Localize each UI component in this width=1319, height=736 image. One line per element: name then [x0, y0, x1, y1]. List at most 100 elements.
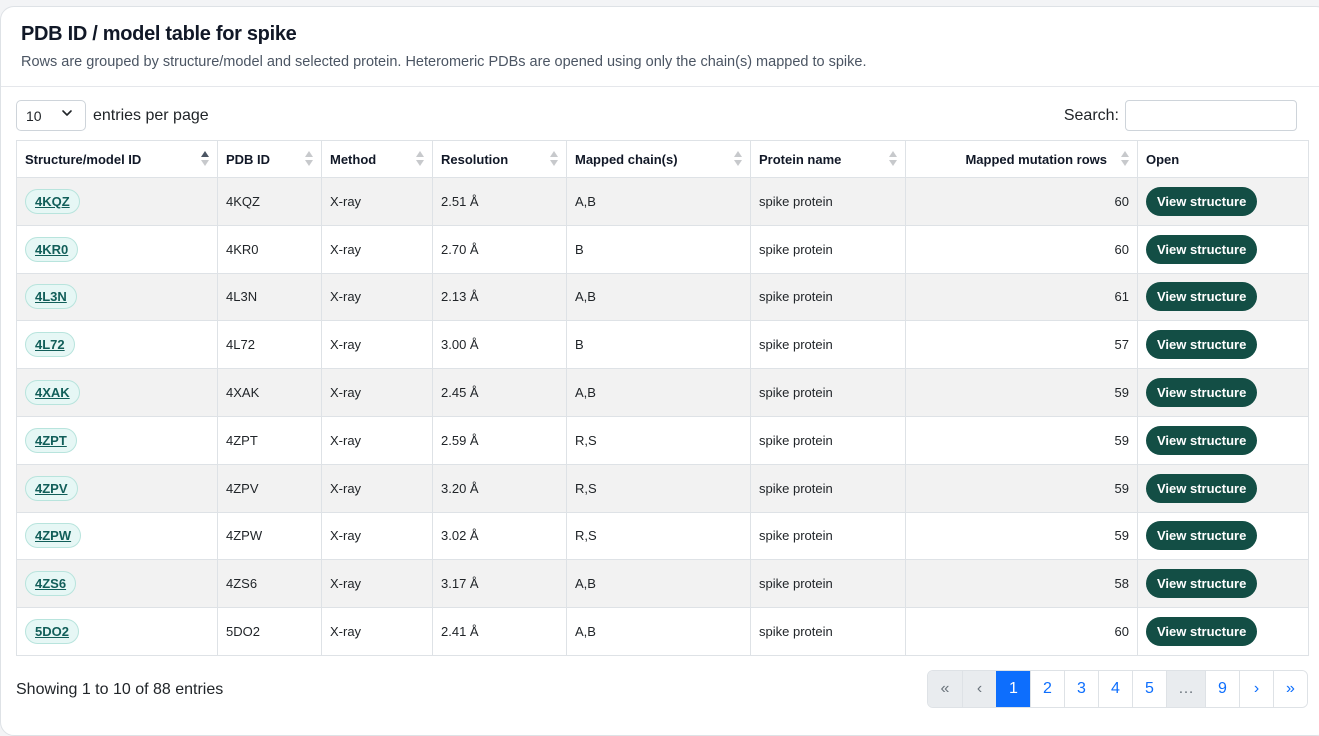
- view-structure-button[interactable]: View structure: [1146, 282, 1258, 312]
- cell-open: View structure: [1137, 224, 1309, 274]
- page-button[interactable]: 3: [1064, 671, 1098, 707]
- view-structure-button[interactable]: View structure: [1146, 473, 1258, 503]
- structure-id-link[interactable]: 4ZPW: [25, 523, 82, 549]
- cell-method: X-ray: [321, 415, 433, 465]
- table-info: Showing 1 to 10 of 88 entries: [16, 681, 224, 698]
- cell-resolution: 3.17 Å: [432, 559, 567, 609]
- cell-open: View structure: [1137, 607, 1309, 656]
- page-button: …: [1166, 671, 1205, 707]
- structure-id-link[interactable]: 4KR0: [25, 236, 79, 262]
- page-button[interactable]: 1: [996, 671, 1030, 707]
- page-button: ‹: [962, 671, 996, 707]
- column-header-mapped-chains[interactable]: Mapped chain(s): [566, 140, 751, 178]
- cell-mutation-rows: 59: [905, 463, 1138, 513]
- cell-mutation-rows: 61: [905, 272, 1138, 322]
- page-button[interactable]: 2: [1030, 671, 1064, 707]
- table-row: 4L3N 4L3N X-ray 2.13 Å A,B spike protein 61 Vie…: [16, 272, 1309, 322]
- cell-pdb-id: 4ZPT: [217, 415, 322, 465]
- entries-per-page-select[interactable]: 10: [16, 100, 86, 131]
- cell-protein-name: spike protein: [750, 224, 906, 274]
- table-body: 4KQZ 4KQZ X-ray 2.51 Å A,B spike protein 60 Vie…: [16, 177, 1309, 656]
- structure-id-link[interactable]: 5DO2: [25, 619, 79, 645]
- cell-pdb-id: 4ZPW: [217, 511, 322, 561]
- cell-mapped-chains: A,B: [566, 368, 751, 417]
- page-button[interactable]: 9: [1205, 671, 1239, 707]
- cell-protein-name: spike protein: [750, 415, 906, 465]
- cell-pdb-id: 4KR0: [217, 224, 322, 274]
- search-label: Search:: [1063, 107, 1119, 124]
- cell-protein-name: spike protein: [750, 463, 906, 513]
- card-header: PDB ID / model table for spike Rows are …: [1, 7, 1319, 87]
- cell-resolution: 2.70 Å: [432, 224, 567, 274]
- cell-method: X-ray: [321, 320, 433, 370]
- cell-mapped-chains: B: [566, 224, 751, 274]
- cell-pdb-id: 5DO2: [217, 607, 322, 656]
- page-button[interactable]: 4: [1098, 671, 1132, 707]
- cell-structure-id: 4L72: [16, 320, 218, 370]
- column-header-structure-id[interactable]: Structure/model ID: [16, 140, 218, 178]
- structure-id-link[interactable]: 4ZPT: [25, 427, 77, 453]
- cell-open: View structure: [1137, 559, 1309, 609]
- page-button[interactable]: 5: [1132, 671, 1166, 707]
- view-structure-button[interactable]: View structure: [1146, 330, 1258, 360]
- cell-structure-id: 4ZPV: [16, 463, 218, 513]
- structure-id-link[interactable]: 4ZPV: [25, 475, 78, 501]
- table-row: 4ZS6 4ZS6 X-ray 3.17 Å A,B spike protein 58 Vie…: [16, 559, 1309, 609]
- cell-structure-id: 4ZPW: [16, 511, 218, 561]
- column-header-resolution[interactable]: Resolution: [432, 140, 567, 178]
- page-button[interactable]: ›: [1239, 671, 1273, 707]
- sort-icon: [550, 151, 558, 167]
- cell-resolution: 3.00 Å: [432, 320, 567, 370]
- cell-protein-name: spike protein: [750, 559, 906, 609]
- cell-resolution: 3.02 Å: [432, 511, 567, 561]
- sort-icon: [1121, 151, 1129, 167]
- cell-open: View structure: [1137, 320, 1309, 370]
- cell-structure-id: 4ZS6: [16, 559, 218, 609]
- page-subtitle: Rows are grouped by structure/model and …: [21, 54, 867, 70]
- structure-id-link[interactable]: 4ZS6: [25, 571, 77, 597]
- cell-method: X-ray: [321, 511, 433, 561]
- table-row: 4ZPT 4ZPT X-ray 2.59 Å R,S spike protein 59 Vie…: [16, 415, 1309, 465]
- cell-protein-name: spike protein: [750, 511, 906, 561]
- structure-id-link[interactable]: 4KQZ: [25, 188, 80, 214]
- column-header-pdb-id[interactable]: PDB ID: [217, 140, 322, 178]
- cell-open: View structure: [1137, 511, 1309, 561]
- page-button[interactable]: »: [1273, 671, 1307, 707]
- view-structure-button[interactable]: View structure: [1146, 617, 1258, 647]
- cell-protein-name: spike protein: [750, 272, 906, 322]
- cell-mutation-rows: 57: [905, 320, 1138, 370]
- cell-protein-name: spike protein: [750, 177, 906, 226]
- column-header-protein-name[interactable]: Protein name: [750, 140, 906, 178]
- view-structure-button[interactable]: View structure: [1146, 234, 1258, 264]
- cell-pdb-id: 4L72: [217, 320, 322, 370]
- cell-pdb-id: 4L3N: [217, 272, 322, 322]
- view-structure-button[interactable]: View structure: [1146, 569, 1258, 599]
- view-structure-button[interactable]: View structure: [1146, 378, 1258, 408]
- cell-mapped-chains: A,B: [566, 272, 751, 322]
- structure-table: Structure/model ID PDB ID Method Resolut…: [16, 140, 1309, 656]
- cell-mapped-chains: A,B: [566, 559, 751, 609]
- cell-resolution: 2.51 Å: [432, 177, 567, 226]
- entries-per-page-label: entries per page: [93, 107, 209, 124]
- pagination: «‹ 1 2 3 4 5… 9 ›»: [927, 670, 1308, 708]
- sort-icon: [734, 151, 742, 167]
- structure-id-link[interactable]: 4L3N: [25, 284, 77, 310]
- page-title: PDB ID / model table for spike: [21, 23, 297, 45]
- cell-pdb-id: 4XAK: [217, 368, 322, 417]
- table-row: 4ZPV 4ZPV X-ray 3.20 Å R,S spike protein 59 Vie…: [16, 463, 1309, 513]
- sort-icon: [305, 151, 313, 167]
- view-structure-button[interactable]: View structure: [1146, 425, 1258, 455]
- structure-id-link[interactable]: 4L72: [25, 332, 75, 358]
- search-input[interactable]: [1125, 100, 1297, 131]
- view-structure-button[interactable]: View structure: [1146, 186, 1258, 216]
- sort-asc-icon: [201, 151, 209, 167]
- cell-mutation-rows: 60: [905, 607, 1138, 656]
- sort-icon: [416, 151, 424, 167]
- structure-id-link[interactable]: 4XAK: [25, 380, 80, 406]
- column-header-method[interactable]: Method: [321, 140, 433, 178]
- table-row: 4XAK 4XAK X-ray 2.45 Å A,B spike protein 59 Vie…: [16, 368, 1309, 417]
- column-header-mutation-rows[interactable]: Mapped mutation rows: [905, 140, 1138, 178]
- view-structure-button[interactable]: View structure: [1146, 521, 1258, 551]
- cell-method: X-ray: [321, 368, 433, 417]
- table-controls: 10 entries per page Search:: [16, 100, 1297, 132]
